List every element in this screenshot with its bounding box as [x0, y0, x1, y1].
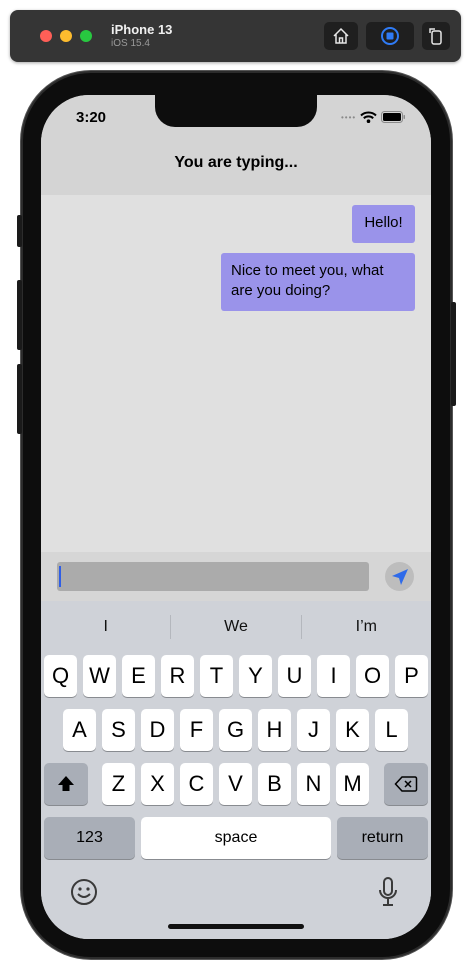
- power-button: [451, 302, 456, 406]
- notch: [155, 95, 317, 127]
- key-d[interactable]: D: [141, 709, 174, 751]
- message-bubble: Nice to meet you, what are you doing?: [221, 253, 415, 311]
- emoji-button[interactable]: [69, 877, 99, 907]
- battery-icon: [381, 111, 406, 123]
- key-c[interactable]: C: [180, 763, 213, 805]
- microphone-icon: [379, 877, 397, 906]
- key-j[interactable]: J: [297, 709, 330, 751]
- rotate-icon: [429, 28, 442, 45]
- key-g[interactable]: G: [219, 709, 252, 751]
- key-n[interactable]: N: [297, 763, 330, 805]
- keyboard: I We I’m Q W E R T Y U I O P A S D F G H…: [41, 601, 431, 939]
- key-k[interactable]: K: [336, 709, 369, 751]
- key-e[interactable]: E: [122, 655, 155, 697]
- key-o[interactable]: O: [356, 655, 389, 697]
- simulator-os-version: iOS 15.4: [111, 38, 150, 49]
- key-i[interactable]: I: [317, 655, 350, 697]
- send-button[interactable]: [385, 562, 414, 591]
- backspace-icon: [394, 776, 418, 792]
- minimize-window-button[interactable]: [60, 30, 72, 42]
- key-z[interactable]: Z: [102, 763, 135, 805]
- status-icons: ••••: [341, 111, 406, 123]
- key-u[interactable]: U: [278, 655, 311, 697]
- signal-icon: ••••: [341, 112, 357, 122]
- rotate-button[interactable]: [422, 22, 450, 50]
- key-q[interactable]: Q: [44, 655, 77, 697]
- return-key[interactable]: return: [337, 817, 428, 859]
- chat-area: Hello! Nice to meet you, what are you do…: [41, 195, 431, 552]
- key-t[interactable]: T: [200, 655, 233, 697]
- send-icon: [391, 568, 408, 585]
- page-title: You are typing...: [174, 154, 298, 171]
- simulator-device-name: iPhone 13: [111, 22, 173, 37]
- wifi-icon: [360, 111, 377, 123]
- message-input-bar: [41, 552, 431, 601]
- key-m[interactable]: M: [336, 763, 369, 805]
- key-b[interactable]: B: [258, 763, 291, 805]
- screenshot-icon: [381, 27, 399, 45]
- home-icon: [333, 27, 349, 44]
- simulator-toolbar: iPhone 13 iOS 15.4: [10, 10, 461, 62]
- message-input[interactable]: [57, 562, 369, 591]
- key-h[interactable]: H: [258, 709, 291, 751]
- key-v[interactable]: V: [219, 763, 252, 805]
- numbers-key[interactable]: 123: [44, 817, 135, 859]
- home-indicator[interactable]: [168, 924, 304, 929]
- emoji-icon: [71, 879, 97, 905]
- key-x[interactable]: X: [141, 763, 174, 805]
- home-button[interactable]: [324, 22, 358, 50]
- key-a[interactable]: A: [63, 709, 96, 751]
- shift-icon: [58, 776, 74, 791]
- volume-down-button: [17, 364, 22, 434]
- mute-switch: [17, 215, 22, 247]
- space-key[interactable]: space: [141, 817, 331, 859]
- dictation-button[interactable]: [376, 875, 400, 909]
- key-f[interactable]: F: [180, 709, 213, 751]
- status-time: 3:20: [76, 109, 107, 126]
- suggestion-bar: I We I’m: [41, 609, 431, 645]
- close-window-button[interactable]: [40, 30, 52, 42]
- key-p[interactable]: P: [395, 655, 428, 697]
- phone-screen: You are typing... 3:20 •••• Hello! Nice …: [41, 95, 431, 939]
- key-w[interactable]: W: [83, 655, 116, 697]
- screenshot-button[interactable]: [366, 22, 414, 50]
- message-bubble: Hello!: [352, 205, 415, 243]
- suggestion-item[interactable]: We: [171, 609, 300, 645]
- shift-key[interactable]: [44, 763, 88, 805]
- suggestion-item[interactable]: I: [41, 609, 170, 645]
- key-y[interactable]: Y: [239, 655, 272, 697]
- key-l[interactable]: L: [375, 709, 408, 751]
- volume-up-button: [17, 280, 22, 350]
- text-cursor: [59, 566, 61, 587]
- backspace-key[interactable]: [384, 763, 428, 805]
- key-r[interactable]: R: [161, 655, 194, 697]
- key-s[interactable]: S: [102, 709, 135, 751]
- zoom-window-button[interactable]: [80, 30, 92, 42]
- suggestion-item[interactable]: I’m: [302, 609, 431, 645]
